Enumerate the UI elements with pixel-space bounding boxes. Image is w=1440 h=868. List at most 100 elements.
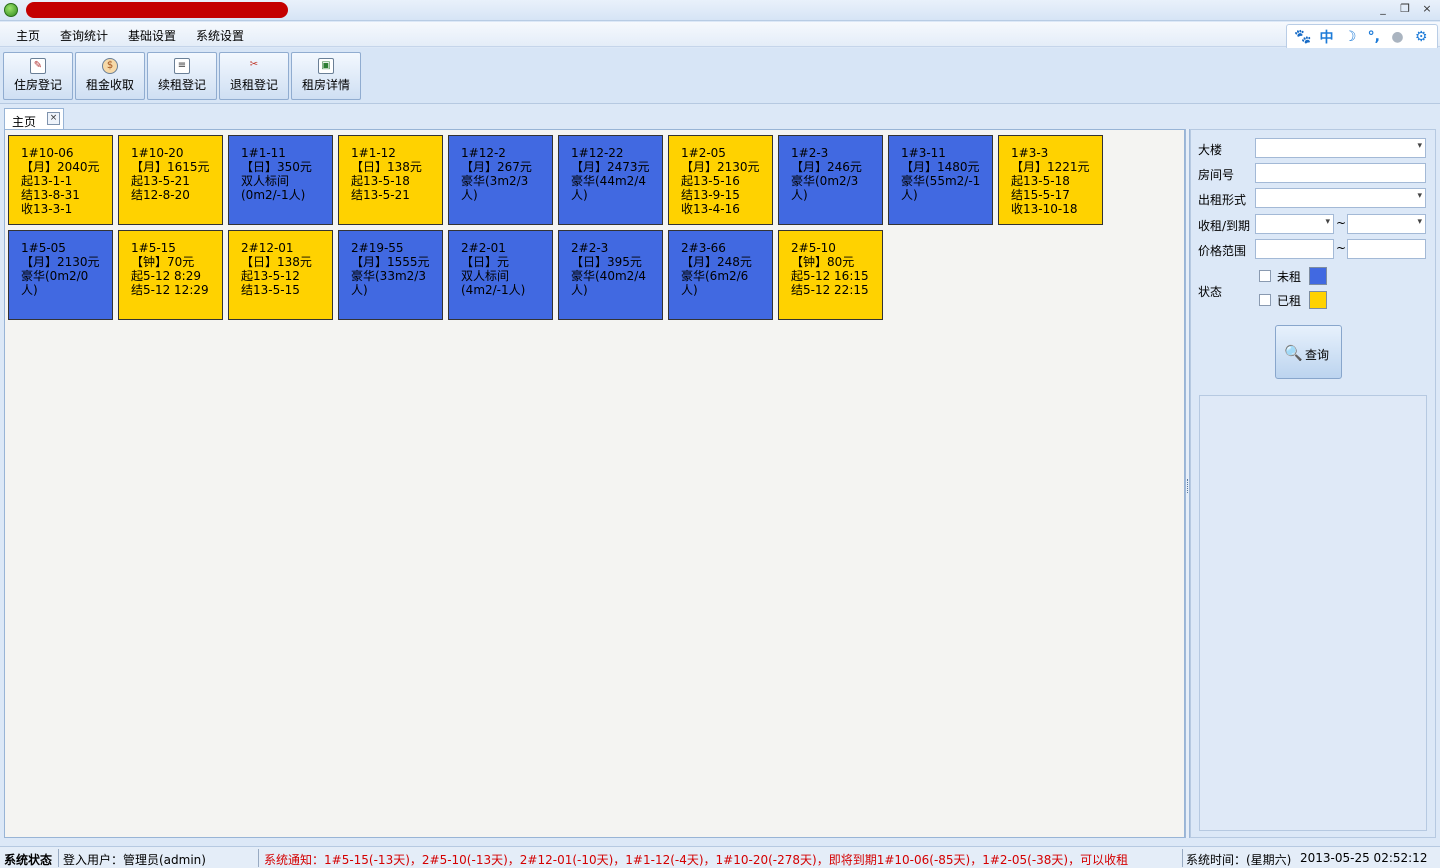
minimize-button[interactable]: _ (1376, 2, 1390, 16)
room-detail-line: 人) (791, 188, 808, 202)
price-from-input[interactable] (1255, 239, 1334, 259)
room-tile[interactable]: 1#2-3 【月】246元 豪华(0m2/3 人) (778, 135, 883, 225)
status-title: 系统状态 (4, 853, 53, 867)
rented-color-swatch (1309, 291, 1327, 309)
room-tile[interactable]: 1#12-2 【月】267元 豪华(3m2/3 人) (448, 135, 553, 225)
gear-icon[interactable]: ⚙ (1412, 29, 1430, 45)
query-button[interactable]: 🔍 查询 (1275, 325, 1342, 379)
room-tile[interactable]: 1#5-05 【月】2130元 豪华(0m2/0 人) (8, 230, 113, 320)
rental-details-label: 租房详情 (301, 78, 350, 92)
room-detail-line: 起13-5-18 (1011, 174, 1070, 188)
menu-bar: 主页 查询统计 基础设置 系统设置 (0, 22, 1440, 47)
room-detail-line: 【月】2130元 (681, 160, 760, 174)
room-detail-line: 【日】395元 (571, 255, 642, 269)
menu-home[interactable]: 主页 (16, 27, 40, 44)
room-detail-line: 起5-12 16:15 (791, 269, 869, 283)
scissors-icon: ✂ (249, 59, 259, 70)
room-tile[interactable]: 2#2-3 【日】395元 豪华(40m2/4 人) (558, 230, 663, 320)
vacant-checkbox[interactable] (1259, 270, 1271, 282)
room-no-input[interactable] (1255, 163, 1426, 183)
room-detail-line: 【日】138元 (241, 255, 312, 269)
toolbar: ✎ 住房登记 $ 租金收取 ≡ 续租登记 ✂ 退租登记 ▣ 租房详情 (0, 48, 1440, 104)
room-detail-line: 豪华(6m2/6 (681, 269, 749, 283)
date-range-separator: ~ (1336, 216, 1347, 230)
room-grid: 1#10-06 【月】2040元 起13-1-1 结13-8-31 收13-3-1 1#1… (4, 129, 1185, 838)
logged-in-user: 登入用户：管理员(admin) (63, 853, 206, 867)
paw-icon[interactable]: 🐾 (1294, 29, 1312, 45)
room-tile[interactable]: 1#5-15 【钟】70元 起5-12 8:29 结5-12 12:29 (118, 230, 223, 320)
close-window-button[interactable]: × (1420, 2, 1434, 16)
status-divider (258, 849, 259, 867)
price-to-input[interactable] (1347, 239, 1426, 259)
room-detail-line: 【日】元 (461, 255, 510, 269)
menu-system-settings[interactable]: 系统设置 (196, 27, 244, 44)
menu-query-stats[interactable]: 查询统计 (60, 27, 108, 44)
room-tile[interactable]: 2#19-55 【月】1555元 豪华(33m2/3 人) (338, 230, 443, 320)
rental-details-button[interactable]: ▣ 租房详情 (291, 52, 361, 100)
check-out-button[interactable]: ✂ 退租登记 (219, 52, 289, 100)
room-detail-line: 起13-5-21 (131, 174, 190, 188)
collect-rent-button[interactable]: $ 租金收取 (75, 52, 145, 100)
room-tile[interactable]: 1#1-11 【日】350元 双人标间 (0m2/-1人) (228, 135, 333, 225)
room-tile[interactable]: 1#2-05 【月】2130元 起13-5-16 结13-9-15 收13-4-16 (668, 135, 773, 225)
renew-rent-button[interactable]: ≡ 续租登记 (147, 52, 217, 100)
room-number: 1#3-11 (901, 146, 946, 160)
room-tile[interactable]: 2#2-01 【日】元 双人标间 (4m2/-1人) (448, 230, 553, 320)
room-tile[interactable]: 2#3-66 【月】248元 豪华(6m2/6 人) (668, 230, 773, 320)
rented-checkbox[interactable] (1259, 294, 1271, 306)
room-detail-line: 收13-4-16 (681, 202, 740, 216)
room-number: 1#5-05 (21, 241, 66, 255)
room-tile[interactable]: 2#5-10 【钟】80元 起5-12 16:15 结5-12 22:15 (778, 230, 883, 320)
room-number: 1#12-22 (571, 146, 624, 160)
room-tile[interactable]: 2#12-01 【日】138元 起13-5-12 结13-5-15 (228, 230, 333, 320)
room-detail-line: 双人标间 (461, 269, 510, 283)
room-detail-line: 豪华(0m2/3 (791, 174, 859, 188)
status-divider (1182, 849, 1183, 867)
room-no-label: 房间号 (1198, 168, 1235, 182)
room-detail-line: 【月】1480元 (901, 160, 980, 174)
check-in-button[interactable]: ✎ 住房登记 (3, 52, 73, 100)
room-detail-line: 结13-9-15 (681, 188, 740, 202)
room-detail-line: 起13-1-1 (21, 174, 73, 188)
room-detail-line: 【钟】70元 (131, 255, 195, 269)
room-number: 2#2-01 (461, 241, 506, 255)
room-detail-line: 【月】267元 (461, 160, 532, 174)
room-number: 2#5-10 (791, 241, 836, 255)
status-bar: 系统状态 登入用户：管理员(admin) 系统通知：1#5-15(-13天)，2… (0, 846, 1440, 868)
room-detail-line: 人) (571, 188, 588, 202)
building-label: 大楼 (1198, 143, 1223, 157)
punctuation-icon[interactable]: °, (1365, 29, 1383, 45)
tab-home[interactable]: 主页 × (4, 108, 64, 129)
user-icon[interactable]: ● (1388, 29, 1406, 45)
restore-button[interactable]: ❐ (1398, 2, 1412, 16)
room-tile[interactable]: 1#3-3 【月】1221元 起13-5-18 结15-5-17 收13-10-18 (998, 135, 1103, 225)
room-tile[interactable]: 1#1-12 【日】138元 起13-5-18 结13-5-21 (338, 135, 443, 225)
room-tile[interactable]: 1#3-11 【月】1480元 豪华(55m2/-1 人) (888, 135, 993, 225)
room-detail-line: 【日】350元 (241, 160, 312, 174)
room-detail-line: 收13-10-18 (1011, 202, 1078, 216)
room-detail-line: 【月】1555元 (351, 255, 430, 269)
room-detail-line: 起13-5-12 (241, 269, 300, 283)
building-select[interactable] (1255, 138, 1426, 158)
splitter-grip-icon (1187, 479, 1189, 493)
close-icon[interactable]: × (47, 112, 60, 125)
room-detail-line: 【月】2473元 (571, 160, 650, 174)
date-from-select[interactable] (1255, 214, 1334, 234)
vacant-label: 未租 (1277, 270, 1302, 284)
rent-type-select[interactable] (1255, 188, 1426, 208)
chinese-mode-icon[interactable]: 中 (1317, 27, 1335, 47)
room-detail-line: 收13-3-1 (21, 202, 73, 216)
room-number: 2#2-3 (571, 241, 609, 255)
tab-home-label: 主页 (12, 115, 37, 129)
room-number: 2#19-55 (351, 241, 404, 255)
room-detail-line: 豪华(3m2/3 (461, 174, 529, 188)
room-detail-line: 结13-8-31 (21, 188, 80, 202)
date-to-select[interactable] (1347, 214, 1426, 234)
menu-basic-settings[interactable]: 基础设置 (128, 27, 176, 44)
room-tile[interactable]: 1#10-20 【月】1615元 起13-5-21 结12-8-20 (118, 135, 223, 225)
room-tile[interactable]: 1#12-22 【月】2473元 豪华(44m2/4 人) (558, 135, 663, 225)
detail-icon: ▣ (318, 58, 334, 74)
room-tile[interactable]: 1#10-06 【月】2040元 起13-1-1 结13-8-31 收13-3-1 (8, 135, 113, 225)
moon-icon[interactable]: ☽ (1341, 29, 1359, 45)
price-range-separator: ~ (1336, 241, 1347, 255)
